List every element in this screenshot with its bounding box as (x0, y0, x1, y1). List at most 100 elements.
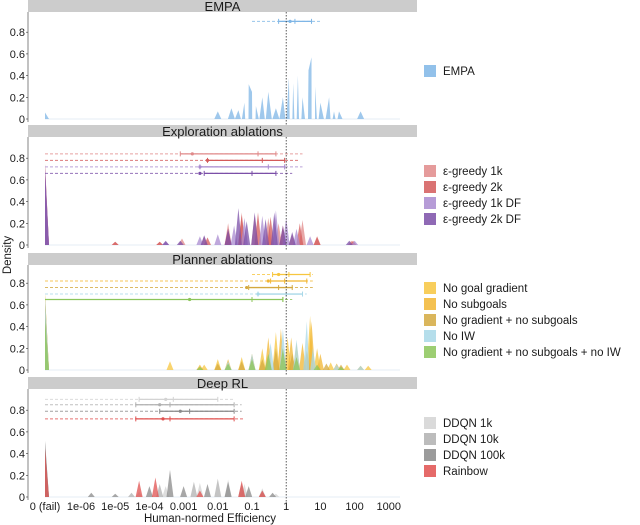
y-tick-label: 0.6 (10, 49, 25, 61)
legend-swatch (424, 465, 436, 477)
interval-mean-point (158, 403, 162, 407)
x-tick-label: 1000 (377, 501, 401, 513)
legend-swatch (424, 298, 436, 310)
interval-mean-point (190, 152, 194, 156)
density-no-subgoals (45, 294, 400, 370)
panel-title: Deep RL (197, 376, 248, 391)
panel-deep-rl: Deep RL 0 0.2 0.4 0.6 0.8 (10, 376, 417, 504)
panel-empa: EMPA 0 0.2 0.4 0.6 0.8 (10, 0, 417, 126)
legend-swatch (424, 417, 436, 429)
legend-label: ε-greedy 2k (443, 182, 503, 194)
density-ddqn-100k (45, 440, 400, 497)
legend-label: No subgoals (443, 299, 507, 311)
y-tick-label: 0.4 (10, 449, 25, 461)
legend-swatch (424, 314, 436, 326)
legend-item: No IW (424, 330, 475, 343)
x-tick-label: 1e-06 (67, 501, 95, 513)
interval-mean-point (266, 279, 270, 283)
legend-label: ε-greedy 1k DF (443, 198, 521, 210)
legend-swatch (424, 65, 436, 77)
legend-label: EMPA (443, 66, 475, 78)
y-tick-label: 0.8 (10, 278, 25, 290)
y-tick-label: 0.4 (10, 322, 25, 334)
y-tick-label: 0.2 (10, 343, 25, 355)
y-tick-label: 0.6 (10, 175, 25, 187)
legend-label: No gradient + no subgoals + no IW (443, 347, 621, 359)
x-tick-label: 0.001 (170, 501, 198, 513)
legend-item: ε-greedy 2k DF (424, 213, 521, 226)
y-tick-label: 0.2 (10, 470, 25, 482)
legend-label: DDQN 100k (443, 450, 505, 462)
density--greedy-2k (45, 164, 400, 245)
density--greedy-1k (45, 163, 400, 245)
x-tick-label: 1e-04 (135, 501, 163, 513)
legend-label: ε-greedy 1k (443, 166, 503, 178)
y-tick-label: 0.8 (10, 405, 25, 417)
density-no-gradient-no-subgoals-no-iw (45, 317, 400, 370)
density--greedy-2k-df (45, 169, 400, 245)
legend-swatch (424, 433, 436, 445)
y-tick-label: 0.4 (10, 71, 25, 83)
panel-planner-ablations: Planner ablations 0 0.2 0.4 0.6 0.8 (10, 252, 417, 377)
legend-swatch (424, 449, 436, 461)
y-tick-label: 0.2 (10, 92, 25, 104)
legend-swatch (424, 330, 436, 342)
legend-label: DDQN 1k (443, 418, 492, 430)
y-tick-label: 0.8 (10, 27, 25, 39)
legend-swatch (424, 346, 436, 358)
x-tick-label: 0.01 (207, 501, 228, 513)
legend-item: EMPA (424, 65, 475, 78)
legend-label: No IW (443, 331, 475, 343)
y-tick-label: 0 (19, 114, 25, 126)
y-tick-label: 0.6 (10, 427, 25, 439)
x-tick-label: 1e-05 (101, 501, 129, 513)
legend-item: ε-greedy 1k (424, 165, 503, 178)
legend-item: No goal gradient (424, 282, 528, 295)
legend-swatch (424, 197, 436, 209)
density-ddqn-10k (45, 442, 400, 497)
legend-item: ε-greedy 2k (424, 181, 503, 194)
x-tick-label: 0 (fail) (30, 501, 61, 513)
legend-swatch (424, 165, 436, 177)
legend-label: ε-greedy 2k DF (443, 214, 521, 226)
panel-title: EMPA (205, 0, 241, 14)
x-tick-label: 0.1 (244, 501, 259, 513)
legend-item: DDQN 1k (424, 417, 492, 430)
legend-item: ε-greedy 1k DF (424, 197, 521, 210)
density-ddqn-1k (45, 442, 400, 497)
legend-item: No gradient + no subgoals + no IW (424, 346, 621, 359)
density-no-goal-gradient (45, 294, 400, 370)
x-axis-label: Human-normed Efficiency (144, 513, 276, 525)
x-tick-label: 10 (314, 501, 326, 513)
density-empa (45, 57, 400, 119)
legend-swatch (424, 213, 436, 225)
x-tick-label: 100 (345, 501, 363, 513)
legend-swatch (424, 181, 436, 193)
panel-exploration-ablations: Exploration ablations 0 0.2 0.4 0.6 0.8 (10, 124, 417, 252)
y-tick-label: 0 (19, 365, 25, 377)
density-no-iw (45, 296, 400, 370)
y-axis-label: Density (2, 236, 14, 275)
x-tick-label: 1 (283, 501, 289, 513)
interval-mean-point (256, 292, 260, 296)
legend-label: No goal gradient (443, 283, 528, 295)
legend-item: No subgoals (424, 298, 507, 311)
density-rainbow (45, 448, 400, 497)
interval-mean-point (161, 417, 165, 421)
interval-mean-point (198, 171, 202, 175)
interval-mean-point (277, 272, 281, 277)
y-tick-label: 0.4 (10, 197, 25, 209)
legend-label: Rainbow (443, 466, 488, 478)
legend-label: DDQN 10k (443, 434, 499, 446)
y-tick-label: 0.6 (10, 300, 25, 312)
panel-title: Planner ablations (172, 252, 273, 267)
interval-mean-point (188, 297, 192, 302)
density--greedy-1k-df (45, 166, 400, 245)
y-tick-label: 0 (19, 492, 25, 504)
panel-title: Exploration ablations (162, 124, 283, 139)
legend-swatch (424, 282, 436, 294)
interval-mean-point (164, 397, 168, 401)
density-chart: EMPA00.20.40.60.8Exploration ablations00… (2, 0, 621, 525)
y-tick-label: 0.2 (10, 218, 25, 230)
density-no-gradient-no-subgoals (45, 299, 400, 370)
